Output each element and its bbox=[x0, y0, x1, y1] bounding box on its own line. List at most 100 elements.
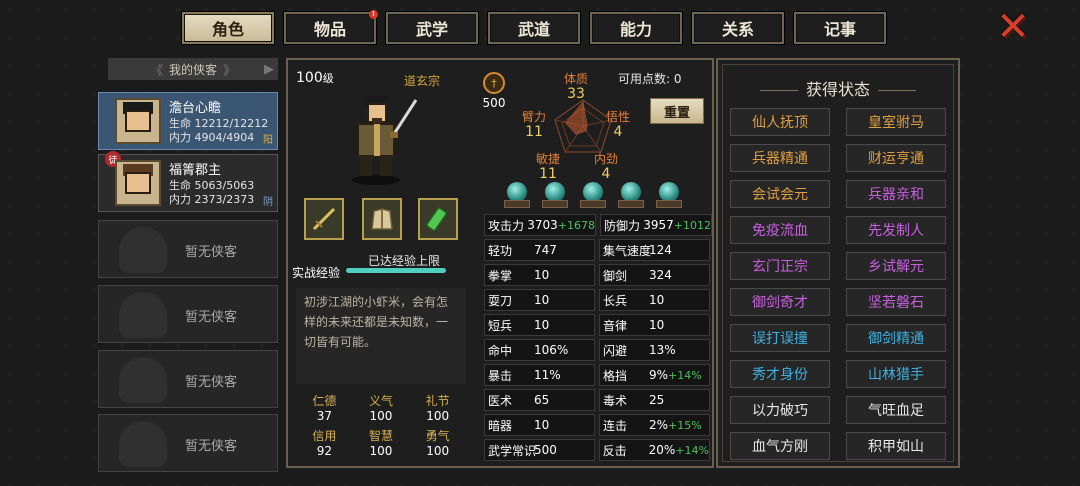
experience-label: 实战经验 bbox=[292, 266, 341, 280]
stat-name: 闪避 bbox=[603, 343, 628, 358]
status-chip[interactable]: 误打误撞 bbox=[730, 324, 830, 352]
status-chip[interactable]: 积甲如山 bbox=[846, 432, 946, 460]
status-chip[interactable]: 玄门正宗 bbox=[730, 252, 830, 280]
stat-name: 反击 bbox=[602, 443, 627, 458]
stat-cell: 连击 2% +15% bbox=[599, 414, 710, 436]
tab-label: 角色 bbox=[211, 20, 244, 39]
stat-cell: 命中 106% bbox=[484, 339, 595, 361]
stat-value: 10 bbox=[534, 318, 550, 332]
stat-row: 暴击 11% 格挡 9% +14% bbox=[484, 364, 710, 386]
stat-value: 324 bbox=[649, 268, 672, 282]
hero-card[interactable]: 徒 福箐郡主 生命 5063/5063 内力 2373/2373 阴 bbox=[98, 151, 278, 212]
arrow-side-icon[interactable]: ▶ bbox=[264, 62, 274, 77]
character-panel: 100级 道玄宗 已达经验上限 实战经验 初涉江湖的小虾米，会有怎样的未来还都是… bbox=[286, 58, 714, 468]
status-chip[interactable]: 皇室驸马 bbox=[846, 108, 946, 136]
armor-slot[interactable] bbox=[362, 198, 402, 240]
status-panel-title: 获得状态 bbox=[718, 76, 958, 100]
status-chip[interactable]: 山林猎手 bbox=[846, 360, 946, 388]
orb-icon[interactable] bbox=[504, 182, 530, 210]
status-chip[interactable]: 以力破巧 bbox=[730, 396, 830, 424]
orb-icon[interactable] bbox=[618, 182, 644, 210]
virtue-item: 义气 100 bbox=[368, 394, 393, 423]
stat-name: 格挡 bbox=[603, 368, 628, 383]
orb-icon[interactable] bbox=[580, 182, 606, 210]
attr-minjie: 敏捷 11 bbox=[536, 152, 561, 182]
attr-bili: 臂力 11 bbox=[522, 110, 547, 140]
top-tab-bar: 角色 物品! 武学 武道 能力 关系 记事 bbox=[182, 10, 886, 44]
stat-cell: 武学常识 500 bbox=[484, 439, 595, 461]
status-chip[interactable]: 秀才身份 bbox=[730, 360, 830, 388]
hero-card[interactable]: 澹台心瞻 生命 12212/12212 内力 4904/4904 阳 bbox=[98, 92, 278, 150]
status-chip[interactable]: 财运亨通 bbox=[846, 144, 946, 172]
stat-value: 25 bbox=[649, 393, 665, 407]
tab-abilities[interactable]: 能力 bbox=[590, 12, 682, 44]
status-chip[interactable]: 会试会元 bbox=[730, 180, 830, 208]
weapon-slot[interactable] bbox=[304, 198, 344, 240]
attr-tizhi: 体质 33 bbox=[564, 72, 589, 102]
tab-journal[interactable]: 记事 bbox=[794, 12, 886, 44]
stat-value: 10 bbox=[534, 293, 550, 307]
virtue-item: 智慧 100 bbox=[368, 429, 393, 458]
virtue-item: 信用 92 bbox=[312, 429, 337, 458]
empty-hero-slot[interactable]: 暂无侠客 bbox=[98, 350, 278, 408]
hero-name: 福箐郡主 bbox=[169, 163, 222, 178]
tab-martial-way[interactable]: 武道 bbox=[488, 12, 580, 44]
close-icon[interactable]: ✕ bbox=[994, 7, 1032, 47]
sword-emblem-icon: † bbox=[483, 72, 505, 94]
stat-row: 暗器 10 连击 2% +15% bbox=[484, 414, 710, 436]
status-chip[interactable]: 乡试解元 bbox=[846, 252, 946, 280]
tab-relations[interactable]: 关系 bbox=[692, 12, 784, 44]
stat-cell: 集气速度 124 bbox=[599, 239, 710, 261]
stat-bonus: +1012 bbox=[673, 218, 711, 232]
stat-cell: 拳掌 10 bbox=[484, 264, 595, 286]
stat-row: 攻击力 3703 +1678 防御力 3957 +1012 bbox=[484, 214, 712, 236]
stat-value: 106% bbox=[534, 343, 569, 357]
empty-hero-slot[interactable]: 暂无侠客 bbox=[98, 220, 278, 278]
stat-cell: 毒术 25 bbox=[599, 389, 710, 411]
status-chip[interactable]: 先发制人 bbox=[846, 216, 946, 244]
stat-name: 音律 bbox=[603, 318, 628, 333]
stat-row: 医术 65 毒术 25 bbox=[484, 389, 710, 411]
stat-name: 攻击力 bbox=[488, 218, 525, 233]
stat-bonus: +14% bbox=[675, 443, 709, 457]
stat-value: 10 bbox=[649, 318, 665, 332]
stat-row: 拳掌 10 御剑 324 bbox=[484, 264, 710, 286]
stat-value: 3703 bbox=[527, 218, 558, 232]
stat-name: 暴击 bbox=[488, 368, 513, 383]
reset-button[interactable]: 重置 bbox=[650, 98, 704, 124]
status-chip[interactable]: 仙人抚顶 bbox=[730, 108, 830, 136]
tab-role[interactable]: 角色 bbox=[182, 12, 274, 44]
tab-items[interactable]: 物品! bbox=[284, 10, 378, 44]
stat-bonus: +1678 bbox=[557, 218, 595, 232]
accessory-slot[interactable] bbox=[418, 198, 458, 240]
stat-value: 747 bbox=[534, 243, 557, 257]
status-chip[interactable]: 坚若磐石 bbox=[846, 288, 946, 316]
sword-icon bbox=[312, 207, 336, 231]
status-chip[interactable]: 兵器精通 bbox=[730, 144, 830, 172]
stat-cell: 长兵 10 bbox=[599, 289, 710, 311]
status-chip[interactable]: 气旺血足 bbox=[846, 396, 946, 424]
orb-icon[interactable] bbox=[542, 182, 568, 210]
stat-cell: 格挡 9% +14% bbox=[599, 364, 710, 386]
empty-label: 暂无侠客 bbox=[185, 310, 238, 325]
stat-value: 500 bbox=[534, 443, 557, 457]
status-chip[interactable]: 血气方刚 bbox=[730, 432, 830, 460]
status-chip[interactable]: 御剑精通 bbox=[846, 324, 946, 352]
stat-value: 2% bbox=[649, 418, 669, 432]
empty-hero-slot[interactable]: 暂无侠客 bbox=[98, 285, 278, 343]
empty-hero-slot[interactable]: 暂无侠客 bbox=[98, 414, 278, 472]
attr-wuxing: 悟性 4 bbox=[606, 110, 631, 140]
virtue-item: 仁德 37 bbox=[312, 394, 337, 423]
stat-cell: 耍刀 10 bbox=[484, 289, 595, 311]
stat-row: 短兵 10 音律 10 bbox=[484, 314, 710, 336]
status-chip[interactable]: 免疫流血 bbox=[730, 216, 830, 244]
status-chip[interactable]: 兵器亲和 bbox=[846, 180, 946, 208]
stat-cell: 轻功 747 bbox=[484, 239, 595, 261]
orb-icon[interactable] bbox=[656, 182, 682, 210]
attr-neijin: 内劲 4 bbox=[594, 152, 619, 182]
status-chip[interactable]: 御剑奇才 bbox=[730, 288, 830, 316]
tab-label: 能力 bbox=[619, 20, 652, 39]
stat-cell: 攻击力 3703 +1678 bbox=[484, 214, 596, 236]
tab-label: 关系 bbox=[721, 20, 754, 39]
tab-martial-arts[interactable]: 武学 bbox=[386, 12, 478, 44]
